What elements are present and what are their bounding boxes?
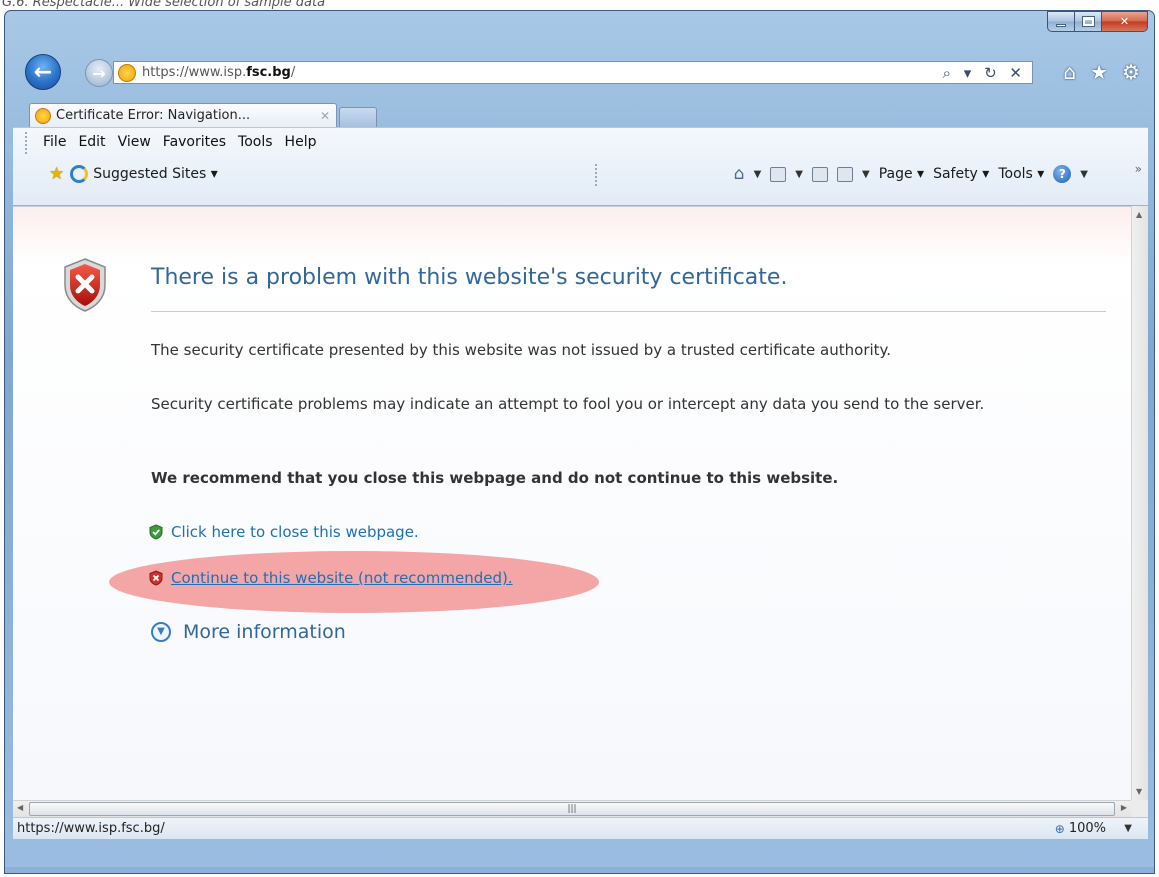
certificate-issue-text: The security certificate presented by th… [151, 341, 892, 359]
more-information-label: More information [183, 621, 346, 643]
page-menu-button[interactable]: Page ▾ [879, 166, 924, 182]
scroll-right-icon[interactable]: ▶ [1121, 803, 1127, 812]
menu-file[interactable]: File [43, 134, 66, 150]
mail-icon[interactable] [811, 166, 828, 182]
address-url[interactable]: https://www.isp.fsc.bg/ [142, 65, 295, 80]
back-button[interactable]: ← [25, 54, 61, 90]
minimize-button[interactable] [1047, 11, 1074, 32]
expand-chevron-icon: ▼ [151, 622, 171, 642]
close-icon: ✕ [1119, 15, 1130, 28]
help-dropdown-icon[interactable]: ▼ [1080, 169, 1088, 180]
scroll-left-icon[interactable]: ◀ [17, 803, 23, 812]
menu-help[interactable]: Help [285, 134, 317, 150]
commandbar-grip [595, 164, 598, 186]
tools-menu-button[interactable]: Tools ▾ [998, 166, 1044, 182]
menu-view[interactable]: View [118, 134, 151, 150]
home-icon[interactable]: ⌂ [1063, 60, 1076, 84]
scroll-up-icon[interactable]: ▲ [1136, 210, 1142, 219]
page-content: There is a problem with this website's s… [13, 206, 1131, 800]
continue-website-row: Continue to this website (not recommende… [149, 569, 513, 587]
tab-close-icon[interactable]: ✕ [320, 109, 330, 123]
safety-menu-button[interactable]: Safety ▾ [933, 166, 989, 182]
zoom-level: 100% [1068, 821, 1106, 836]
print-dropdown-icon[interactable]: ▼ [862, 169, 870, 180]
window-controls: ✕ [1047, 11, 1148, 32]
security-warning-text: Security certificate problems may indica… [151, 395, 985, 413]
recommendation-text: We recommend that you close this webpage… [151, 469, 839, 487]
close-webpage-link[interactable]: Click here to close this webpage. [171, 523, 419, 541]
close-window-button[interactable]: ✕ [1101, 11, 1148, 32]
new-tab-button[interactable] [339, 107, 377, 127]
maximize-button[interactable] [1074, 11, 1101, 32]
minimize-icon [1056, 23, 1066, 27]
add-favorite-icon[interactable]: ★ [49, 164, 64, 184]
close-webpage-row: Click here to close this webpage. [149, 523, 419, 541]
status-url: https://www.isp.fsc.bg/ [17, 821, 165, 836]
zoom-control[interactable]: ⊕ 100% [1055, 821, 1106, 836]
tab-certificate-error[interactable]: Certificate Error: Navigation... ✕ [29, 103, 337, 127]
command-bar: ⌂ ▼ ▼ ▼ Page ▾ Safety ▾ Tools ▾ ? ▼ [734, 160, 1088, 188]
more-information-toggle[interactable]: ▼ More information [151, 621, 346, 643]
status-bar: https://www.isp.fsc.bg/ ⊕ 100% ▼ [13, 817, 1148, 839]
menubar: File Edit View Favorites Tools Help [43, 134, 316, 150]
address-tools[interactable]: ⌕ ▾ ↻ ✕ [943, 64, 1026, 82]
horizontal-scrollbar[interactable]: ◀ ||| ▶ [13, 800, 1131, 817]
maximize-icon [1081, 16, 1095, 27]
page-title: There is a problem with this website's s… [151, 265, 788, 290]
menu-favorites[interactable]: Favorites [163, 134, 226, 150]
title-divider [151, 311, 1106, 312]
ie-icon [70, 165, 89, 183]
browser-toolbar-right: ⌂ ★ ⚙ [1063, 60, 1140, 84]
toolbar-overflow-icon[interactable]: » [1135, 162, 1142, 176]
address-bar[interactable]: https://www.isp.fsc.bg/ ⌕ ▾ ↻ ✕ [113, 61, 1033, 84]
home-dropdown-icon[interactable]: ▼ [754, 169, 762, 180]
vertical-scrollbar[interactable]: ▲ ▼ [1131, 206, 1148, 800]
document-caption: G.6. Respectacle... Wide selection of sa… [2, 0, 326, 10]
tab-warning-icon [35, 107, 51, 124]
zoom-dropdown-icon[interactable]: ▼ [1124, 823, 1132, 834]
settings-gear-icon[interactable]: ⚙ [1122, 60, 1140, 84]
forward-arrow-icon: → [92, 63, 106, 83]
security-shield-error-icon [64, 258, 106, 312]
suggested-sites-link[interactable]: Suggested Sites ▾ [93, 166, 218, 182]
zoom-icon: ⊕ [1054, 821, 1065, 836]
forward-button[interactable]: → [85, 59, 113, 87]
feeds-dropdown-icon[interactable]: ▼ [795, 169, 803, 180]
print-icon[interactable] [836, 166, 853, 182]
menu-edit[interactable]: Edit [78, 134, 105, 150]
browser-window: ✕ ← → https://www.isp.fsc.bg/ ⌕ ▾ ↻ ✕ ⌂ … [4, 10, 1155, 874]
continue-to-website-link[interactable]: Continue to this website (not recommende… [171, 569, 513, 587]
window-frame-bottom [5, 867, 1154, 873]
red-shield-x-icon [149, 570, 163, 586]
menubar-grip [25, 132, 28, 154]
horizontal-scroll-thumb[interactable]: ||| [29, 802, 1115, 816]
green-shield-check-icon [149, 524, 163, 540]
menu-and-command-bars: File Edit View Favorites Tools Help ★ Su… [13, 127, 1148, 205]
back-arrow-icon: ← [33, 59, 53, 85]
tab-title: Certificate Error: Navigation... [56, 108, 251, 123]
help-icon[interactable]: ? [1053, 165, 1072, 183]
home-command-icon[interactable]: ⌂ [734, 164, 745, 184]
scroll-down-icon[interactable]: ▼ [1136, 787, 1142, 796]
scrollbar-corner [1131, 800, 1148, 817]
favorites-star-icon[interactable]: ★ [1090, 60, 1108, 84]
menu-tools[interactable]: Tools [238, 134, 273, 150]
feeds-icon[interactable] [770, 166, 787, 182]
certificate-warning-icon[interactable] [118, 63, 136, 82]
